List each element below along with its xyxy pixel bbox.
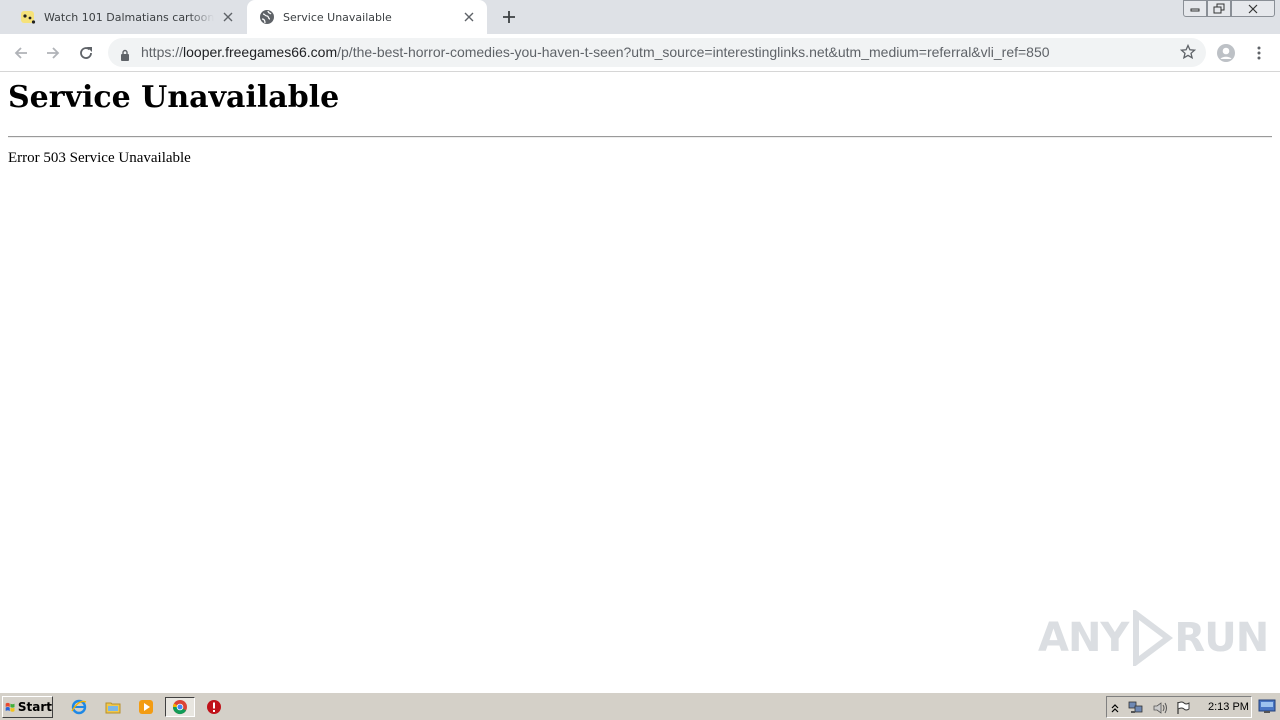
watermark-right: RUN	[1174, 615, 1269, 661]
globe-icon	[259, 9, 275, 25]
restore-button[interactable]	[1207, 0, 1231, 17]
close-icon	[1248, 4, 1258, 13]
new-tab-button[interactable]	[498, 6, 520, 28]
dalmatian-favicon-icon	[20, 9, 36, 25]
error-message: Error 503 Service Unavailable	[8, 150, 191, 166]
url-scheme: https://	[141, 44, 184, 60]
close-window-button[interactable]	[1231, 0, 1275, 17]
tab-service-unavailable[interactable]: Service Unavailable	[247, 0, 487, 34]
start-label: Start	[17, 700, 52, 714]
kebab-menu-icon	[1257, 46, 1261, 60]
forward-arrow-icon	[47, 47, 60, 59]
show-desktop-icon[interactable]	[1258, 698, 1276, 715]
bookmark-star-icon[interactable]	[1179, 43, 1197, 64]
divider	[8, 136, 1272, 138]
restore-icon	[1213, 3, 1225, 14]
file-explorer-icon[interactable]	[102, 697, 124, 717]
windows-flag-icon	[5, 702, 15, 712]
browser-toolbar: https://looper.freegames66.com/p/the-bes…	[0, 34, 1280, 72]
page-viewport: Service Unavailable Error 503 Service Un…	[0, 72, 1280, 692]
tab-title: Watch 101 Dalmatians cartoon online	[44, 10, 214, 24]
tab-title: Service Unavailable	[283, 10, 392, 24]
url-text: https://looper.freegames66.com/p/the-bes…	[141, 44, 1050, 60]
url-host: looper.freegames66.com	[183, 44, 338, 60]
tray-expand-icon[interactable]	[1111, 700, 1119, 719]
address-bar[interactable]: https://looper.freegames66.com/p/the-bes…	[108, 38, 1206, 67]
back-arrow-icon	[14, 47, 27, 59]
chrome-icon	[172, 700, 187, 715]
clock[interactable]: 2:13 PM	[1208, 701, 1249, 713]
play-logo-icon	[1133, 610, 1174, 666]
back-button[interactable]	[8, 40, 34, 66]
forward-button[interactable]	[40, 40, 66, 66]
minimize-button[interactable]	[1183, 0, 1207, 17]
anyrun-watermark: ANY RUN	[1038, 610, 1269, 666]
close-tab-icon[interactable]	[461, 9, 477, 25]
stop-sign-icon[interactable]	[203, 697, 225, 717]
watermark-left: ANY	[1038, 615, 1129, 661]
volume-icon[interactable]	[1152, 700, 1168, 719]
start-button[interactable]: Start	[2, 696, 53, 718]
tab-strip: Watch 101 Dalmatians cartoon online Serv…	[0, 0, 1280, 34]
tab-dalmatians[interactable]: Watch 101 Dalmatians cartoon online	[8, 0, 246, 34]
action-center-flag-icon[interactable]	[1176, 700, 1190, 719]
media-player-icon[interactable]	[135, 697, 157, 717]
chrome-taskbar-button[interactable]	[165, 697, 195, 717]
url-path: /p/the-best-horror-comedies-you-haven-t-…	[337, 44, 1050, 60]
close-tab-icon[interactable]	[220, 9, 236, 25]
taskbar: Start 2:13 PM	[0, 692, 1280, 720]
plus-icon	[503, 11, 515, 23]
internet-explorer-icon[interactable]	[68, 697, 90, 717]
page-heading: Service Unavailable	[8, 80, 340, 115]
profile-button[interactable]	[1213, 40, 1239, 66]
menu-button[interactable]	[1246, 40, 1272, 66]
lock-icon[interactable]	[120, 46, 130, 65]
avatar-icon	[1217, 44, 1235, 62]
minimize-icon	[1190, 8, 1200, 11]
reload-icon	[80, 47, 92, 59]
reload-button[interactable]	[73, 40, 99, 66]
network-icon[interactable]	[1128, 700, 1144, 719]
